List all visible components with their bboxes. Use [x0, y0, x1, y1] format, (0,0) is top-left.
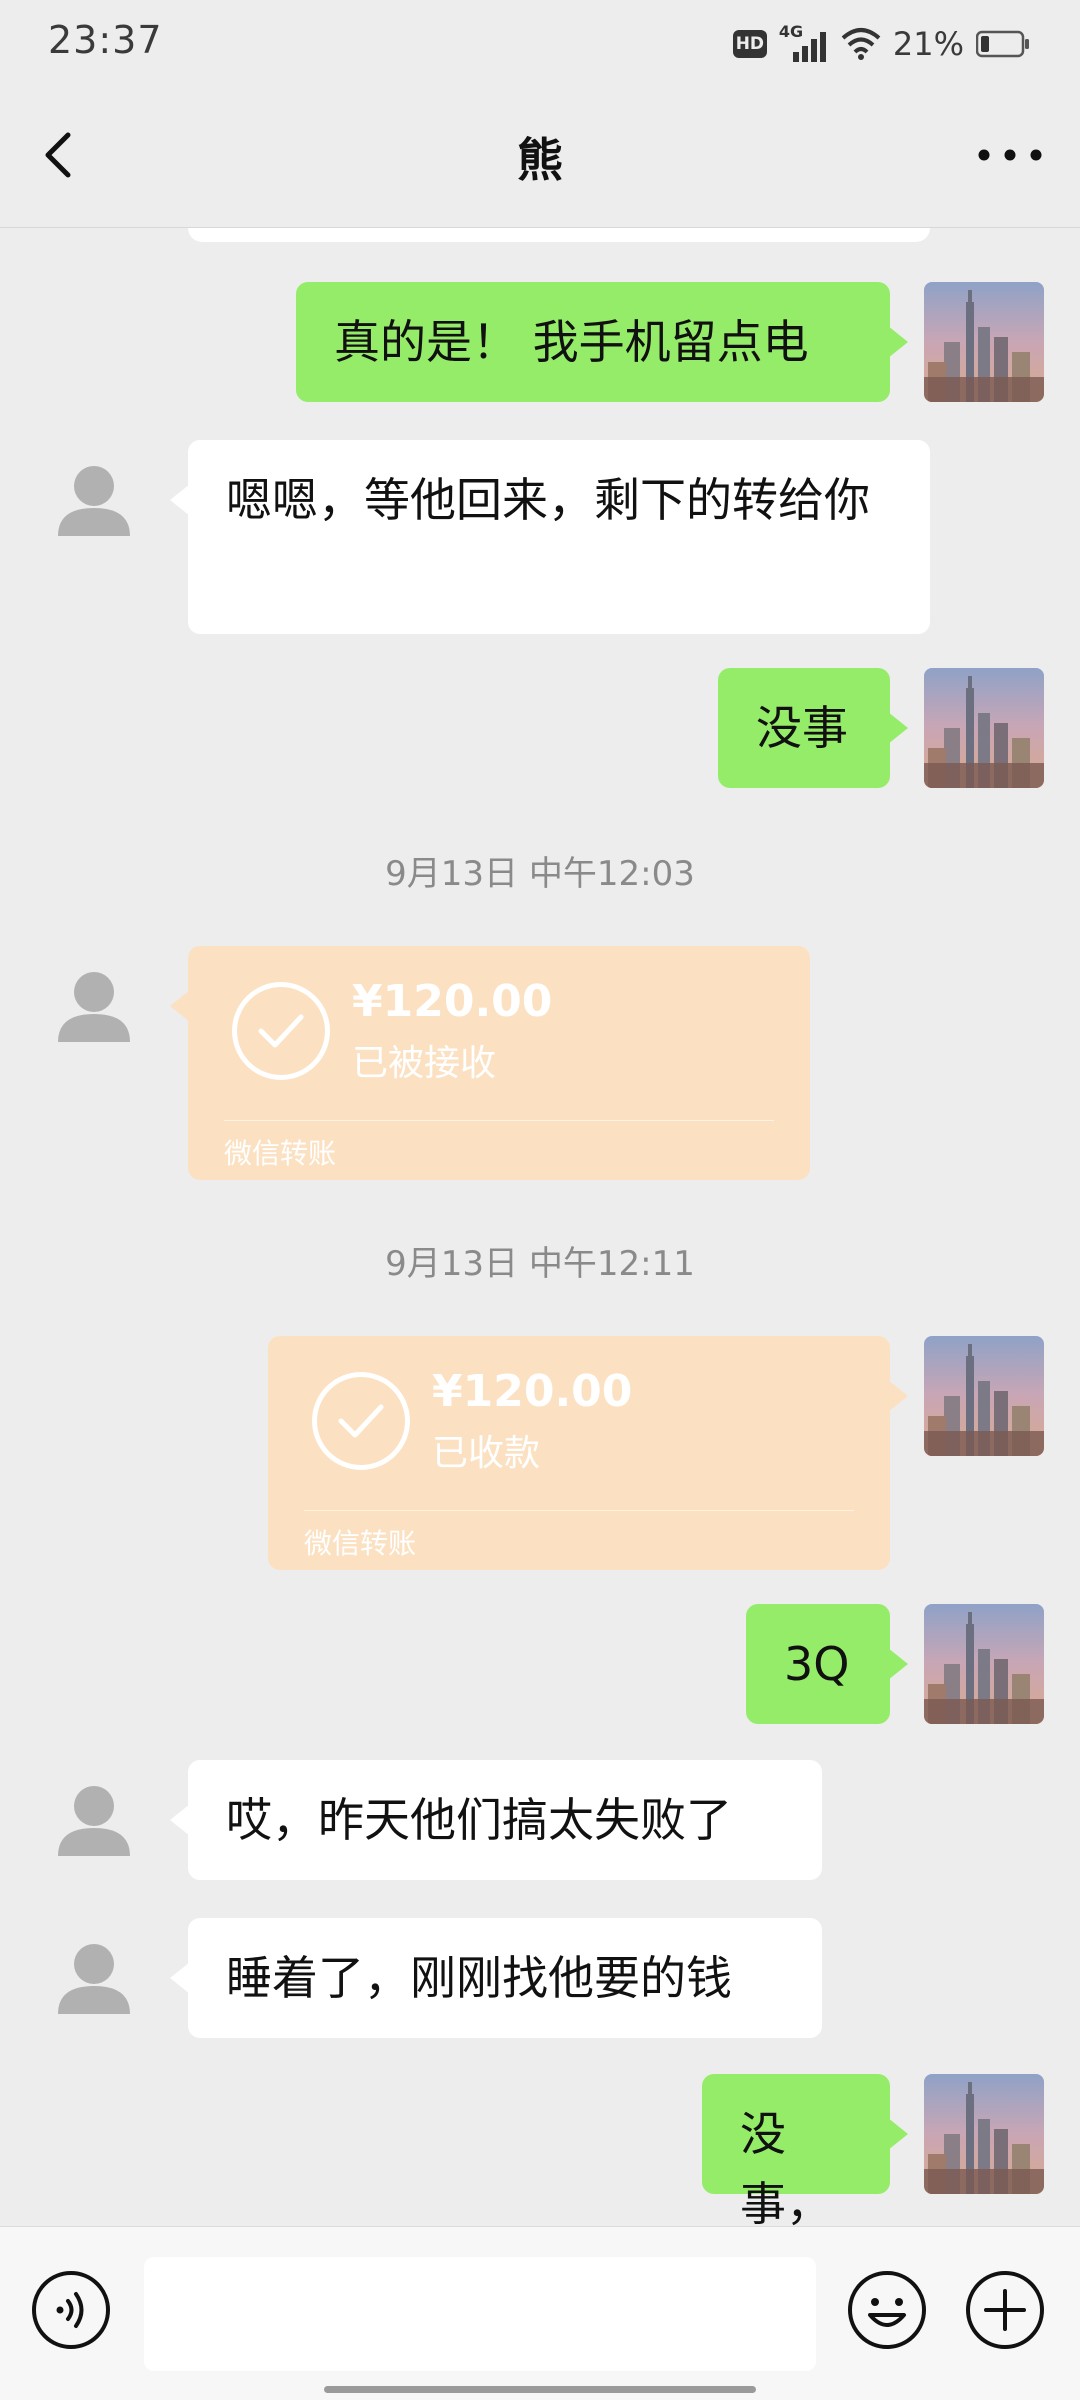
battery-icon [975, 30, 1030, 58]
message-bubble-outgoing[interactable]: 没事 [718, 668, 908, 788]
contact-avatar[interactable] [34, 440, 154, 560]
signal-icon: 4G [779, 22, 829, 64]
more-dots-icon [978, 149, 1042, 161]
transfer-status: 已收款 [432, 1433, 541, 1474]
default-user-icon [58, 1944, 130, 2014]
message-bubble-outgoing[interactable]: 真的是！ 我手机留点电 [296, 282, 908, 402]
city-skyline-avatar-icon [924, 668, 1044, 788]
message-bubble-incoming[interactable]: 睡着了，刚刚找他要的钱 [170, 1918, 822, 2038]
message-bubble-incoming[interactable]: 哎，昨天他们搞太失败了 [170, 1760, 822, 1880]
message-bubble-outgoing[interactable]: 没事， [702, 2074, 908, 2231]
divider [224, 1120, 774, 1121]
self-avatar[interactable] [924, 1336, 1044, 1456]
message-timestamp: 9月13日 中午12:11 [385, 1244, 695, 1284]
message-input[interactable] [144, 2257, 816, 2371]
voice-button[interactable] [30, 2269, 112, 2351]
transfer-label: 微信转账 [224, 1137, 337, 1170]
more-actions-button[interactable] [964, 2269, 1046, 2351]
message-timestamp: 9月13日 中午12:03 [385, 854, 695, 894]
message-bubble-incoming[interactable]: 嗯嗯，等他回来，剩下的转给你 [170, 440, 930, 634]
message-text: 真的是！ 我手机留点电 [334, 315, 809, 369]
emoji-button[interactable] [846, 2269, 928, 2351]
message-text: 3Q [784, 1637, 850, 1691]
plus-icon [966, 2271, 1044, 2349]
transfer-card-sent[interactable]: ¥120.00 已收款 微信转账 [268, 1336, 908, 1570]
message-text: 哎，昨天他们搞太失败了 [226, 1793, 732, 1847]
input-bar [0, 2226, 1080, 2400]
emoji-icon [848, 2271, 926, 2349]
status-time: 23:37 [48, 18, 163, 62]
chat-header: 熊 [0, 84, 1080, 228]
message-bubble-outgoing[interactable]: 3Q [746, 1604, 908, 1724]
transfer-amount: ¥120.00 [352, 976, 553, 1027]
wifi-icon [841, 26, 881, 62]
battery-percent: 21% [892, 25, 964, 63]
city-skyline-avatar-icon [924, 1336, 1044, 1456]
self-avatar[interactable] [924, 2074, 1044, 2194]
transfer-amount: ¥120.00 [432, 1366, 633, 1417]
transfer-status: 已被接收 [352, 1043, 497, 1084]
voice-icon [32, 2271, 110, 2349]
check-circle-icon [232, 982, 330, 1080]
default-user-icon [58, 466, 130, 536]
partial-message-bubble [188, 228, 930, 242]
self-avatar[interactable] [924, 1604, 1044, 1724]
home-indicator[interactable] [324, 2386, 756, 2393]
default-user-icon [58, 1786, 130, 1856]
contact-avatar[interactable] [34, 1918, 154, 2038]
divider [304, 1510, 854, 1511]
status-icons: HD 4G 21% [732, 22, 1030, 66]
status-bar: 23:37 HD 4G 21% [0, 0, 1080, 84]
message-text: 睡着了，刚刚找他要的钱 [226, 1951, 732, 2005]
message-text: 嗯嗯，等他回来，剩下的转给你 [226, 473, 870, 527]
check-circle-icon [312, 1372, 410, 1470]
contact-avatar[interactable] [34, 1760, 154, 1880]
transfer-card-received[interactable]: ¥120.00 已被接收 微信转账 [170, 946, 810, 1180]
chat-title: 熊 [517, 133, 563, 187]
city-skyline-avatar-icon [924, 1604, 1044, 1724]
hd-icon: HD [732, 30, 767, 58]
self-avatar[interactable] [924, 282, 1044, 402]
self-avatar[interactable] [924, 668, 1044, 788]
more-button[interactable] [970, 120, 1050, 190]
message-text: 没事 [756, 701, 848, 755]
contact-avatar[interactable] [34, 946, 154, 1066]
city-skyline-avatar-icon [924, 2074, 1044, 2194]
city-skyline-avatar-icon [924, 282, 1044, 402]
message-text: 没事， [740, 2107, 832, 2231]
chat-messages[interactable]: 真的是！ 我手机留点电 嗯嗯，等他回来，剩下的转给你 没事 9月13日 中午12… [0, 228, 1080, 2231]
transfer-label: 微信转账 [304, 1527, 417, 1560]
default-user-icon [58, 972, 130, 1042]
